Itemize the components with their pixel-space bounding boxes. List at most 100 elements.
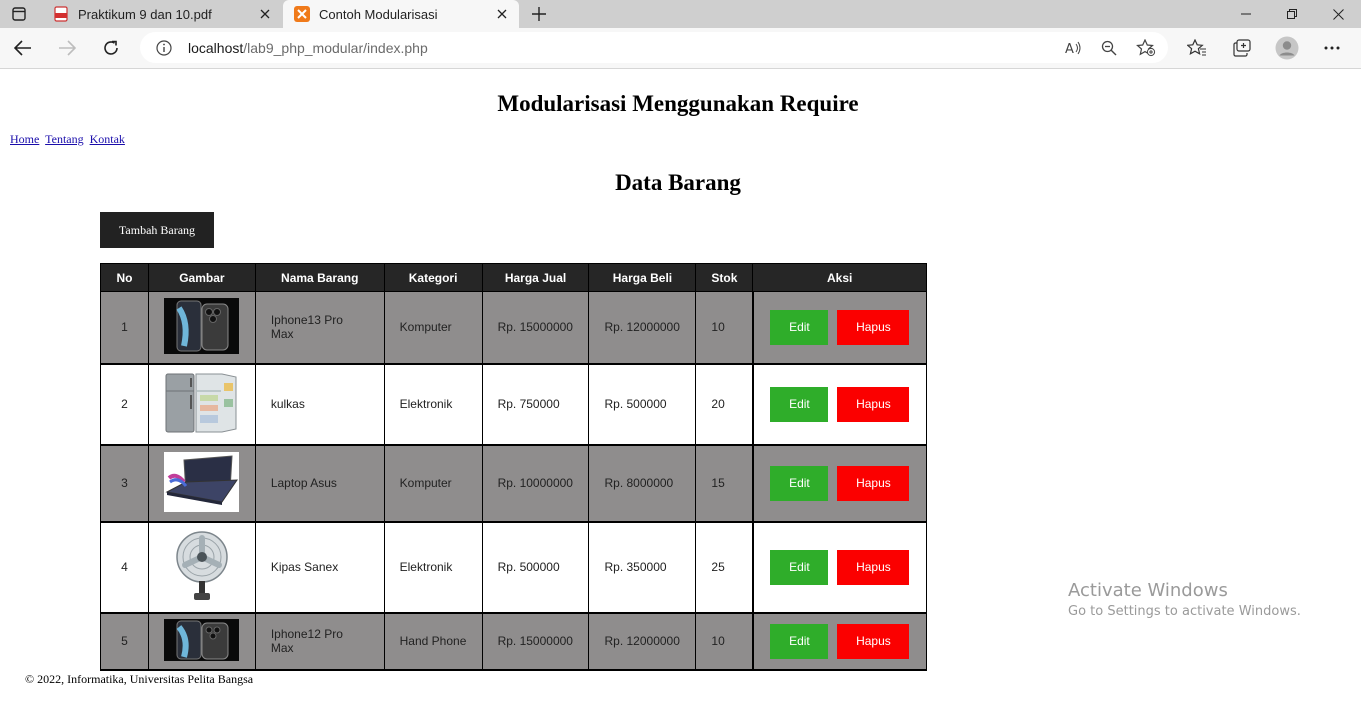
header-gambar: Gambar — [147, 263, 256, 292]
delete-button[interactable]: Hapus — [837, 623, 910, 659]
cell-no: 3 — [100, 444, 149, 523]
cell-image — [147, 612, 256, 671]
iphone-image — [164, 618, 240, 664]
table-header-row: No Gambar Nama Barang Kategori Harga Jua… — [100, 263, 927, 292]
browser-toolbar: localhost/lab9_php_modular/index.php A — [0, 28, 1361, 69]
address-bar[interactable]: localhost/lab9_php_modular/index.php A — [140, 32, 1168, 63]
delete-button[interactable]: Hapus — [837, 549, 910, 585]
delete-button[interactable]: Hapus — [837, 386, 910, 422]
nav-tentang-link[interactable]: Tentang — [45, 132, 83, 146]
svg-text:A: A — [1065, 42, 1074, 56]
cell-aksi: Edit Hapus — [751, 363, 927, 446]
cell-aksi: Edit Hapus — [751, 291, 927, 365]
cell-harga-beli: Rp. 350000 — [588, 521, 697, 614]
add-item-button[interactable]: Tambah Barang — [100, 212, 214, 248]
cell-nama-barang: Kipas Sanex — [254, 521, 385, 614]
info-icon[interactable] — [153, 37, 175, 59]
site-title: Modularisasi Menggunakan Require — [497, 91, 859, 116]
header-kategori: Kategori — [383, 263, 483, 292]
cell-no: 5 — [100, 612, 149, 671]
edit-button[interactable]: Edit — [770, 623, 829, 659]
delete-button[interactable]: Hapus — [837, 309, 910, 345]
nav-kontak-link[interactable]: Kontak — [90, 132, 125, 146]
fridge-image — [164, 370, 240, 438]
tab-title: Praktikum 9 dan 10.pdf — [78, 6, 212, 22]
cell-image — [147, 521, 256, 614]
favorites-icon[interactable] — [1184, 36, 1210, 60]
header-stok: Stok — [695, 263, 754, 292]
cell-aksi: Edit Hapus — [751, 521, 927, 614]
table-row: 3 Laptop Asus Komputer Rp. 10000000 Rp. … — [100, 444, 927, 523]
edit-button[interactable]: Edit — [770, 386, 829, 422]
cell-stok: 15 — [695, 444, 754, 523]
fan-image — [164, 526, 240, 608]
table-row: 4 Kipas Sanex Elektronik Rp. 500000 Rp. … — [100, 521, 927, 614]
laptop-image — [164, 451, 240, 515]
table-row: 2 kulkas Elektronik Rp. 750000 Rp. 50000… — [100, 363, 927, 446]
cell-kategori: Elektronik — [383, 363, 483, 446]
url-path: /lab9_php_modular/index.php — [243, 40, 428, 56]
tab-strip: Praktikum 9 dan 10.pdf Contoh Modularisa… — [0, 0, 1361, 28]
header-harga-beli: Harga Beli — [588, 263, 697, 292]
section-title: Data Barang — [615, 170, 741, 195]
forward-icon[interactable] — [54, 36, 80, 60]
profile-avatar[interactable] — [1274, 36, 1300, 60]
cell-no: 4 — [100, 521, 149, 614]
add-favorite-icon[interactable] — [1135, 37, 1157, 59]
cell-kategori: Komputer — [383, 291, 483, 365]
header-no: No — [100, 263, 149, 292]
tab-actions-icon[interactable] — [6, 4, 32, 24]
cell-nama-barang: Laptop Asus — [254, 444, 385, 523]
tab-contoh-modularisasi[interactable]: Contoh Modularisasi — [283, 0, 519, 28]
url-host: localhost — [188, 40, 244, 56]
edit-button[interactable]: Edit — [770, 549, 829, 585]
table-row: 5 Iphone12 Pro Max Hand Phone Rp. 150000… — [100, 612, 927, 671]
url-text[interactable]: localhost/lab9_php_modular/index.php — [188, 40, 428, 56]
iphone-image — [164, 297, 240, 357]
activate-windows-watermark: Activate Windows Go to Settings to activ… — [1068, 580, 1301, 619]
header-harga-jual: Harga Jual — [481, 263, 590, 292]
cell-image — [147, 363, 256, 446]
zoom-out-icon[interactable] — [1098, 37, 1120, 59]
cell-nama-barang: Iphone12 Pro Max — [254, 612, 385, 671]
read-aloud-icon[interactable]: A — [1063, 37, 1085, 59]
cell-harga-jual: Rp. 15000000 — [481, 612, 590, 671]
cell-no: 1 — [100, 291, 149, 365]
cell-image — [147, 444, 256, 523]
tab-title: Contoh Modularisasi — [319, 6, 438, 22]
main-nav: Home Tentang Kontak — [10, 132, 128, 147]
cell-kategori: Elektronik — [383, 521, 483, 614]
watermark-title: Activate Windows — [1068, 580, 1228, 601]
new-tab-icon[interactable] — [528, 4, 550, 24]
delete-button[interactable]: Hapus — [837, 465, 910, 501]
cell-no: 2 — [100, 363, 149, 446]
refresh-icon[interactable] — [98, 36, 124, 60]
cell-aksi: Edit Hapus — [751, 612, 927, 671]
close-icon[interactable] — [254, 3, 276, 25]
close-icon[interactable] — [491, 3, 513, 25]
cell-stok: 10 — [695, 612, 754, 671]
cell-aksi: Edit Hapus — [751, 444, 927, 523]
collections-icon[interactable] — [1229, 36, 1255, 60]
nav-home-link[interactable]: Home — [10, 132, 39, 146]
cell-nama-barang: kulkas — [254, 363, 385, 446]
cell-image — [147, 291, 256, 365]
close-window-icon[interactable] — [1315, 0, 1361, 28]
tab-pdf[interactable]: Praktikum 9 dan 10.pdf — [42, 0, 282, 28]
cell-harga-beli: Rp. 12000000 — [588, 612, 697, 671]
restore-icon[interactable] — [1269, 0, 1315, 28]
table-row: 1 Iphone13 Pro Max Komputer Rp. 15000000… — [100, 291, 927, 365]
items-table: No Gambar Nama Barang Kategori Harga Jua… — [100, 263, 927, 671]
minimize-icon[interactable] — [1223, 0, 1269, 28]
cell-harga-beli: Rp. 8000000 — [588, 444, 697, 523]
more-icon[interactable] — [1319, 36, 1345, 60]
footer-copyright: © 2022, Informatika, Universitas Pelita … — [25, 672, 254, 686]
cell-harga-jual: Rp. 10000000 — [481, 444, 590, 523]
back-icon[interactable] — [10, 36, 36, 60]
cell-kategori: Hand Phone — [383, 612, 483, 671]
cell-stok: 20 — [695, 363, 754, 446]
edit-button[interactable]: Edit — [770, 465, 829, 501]
edit-button[interactable]: Edit — [770, 309, 829, 345]
cell-kategori: Komputer — [383, 444, 483, 523]
cell-stok: 10 — [695, 291, 754, 365]
